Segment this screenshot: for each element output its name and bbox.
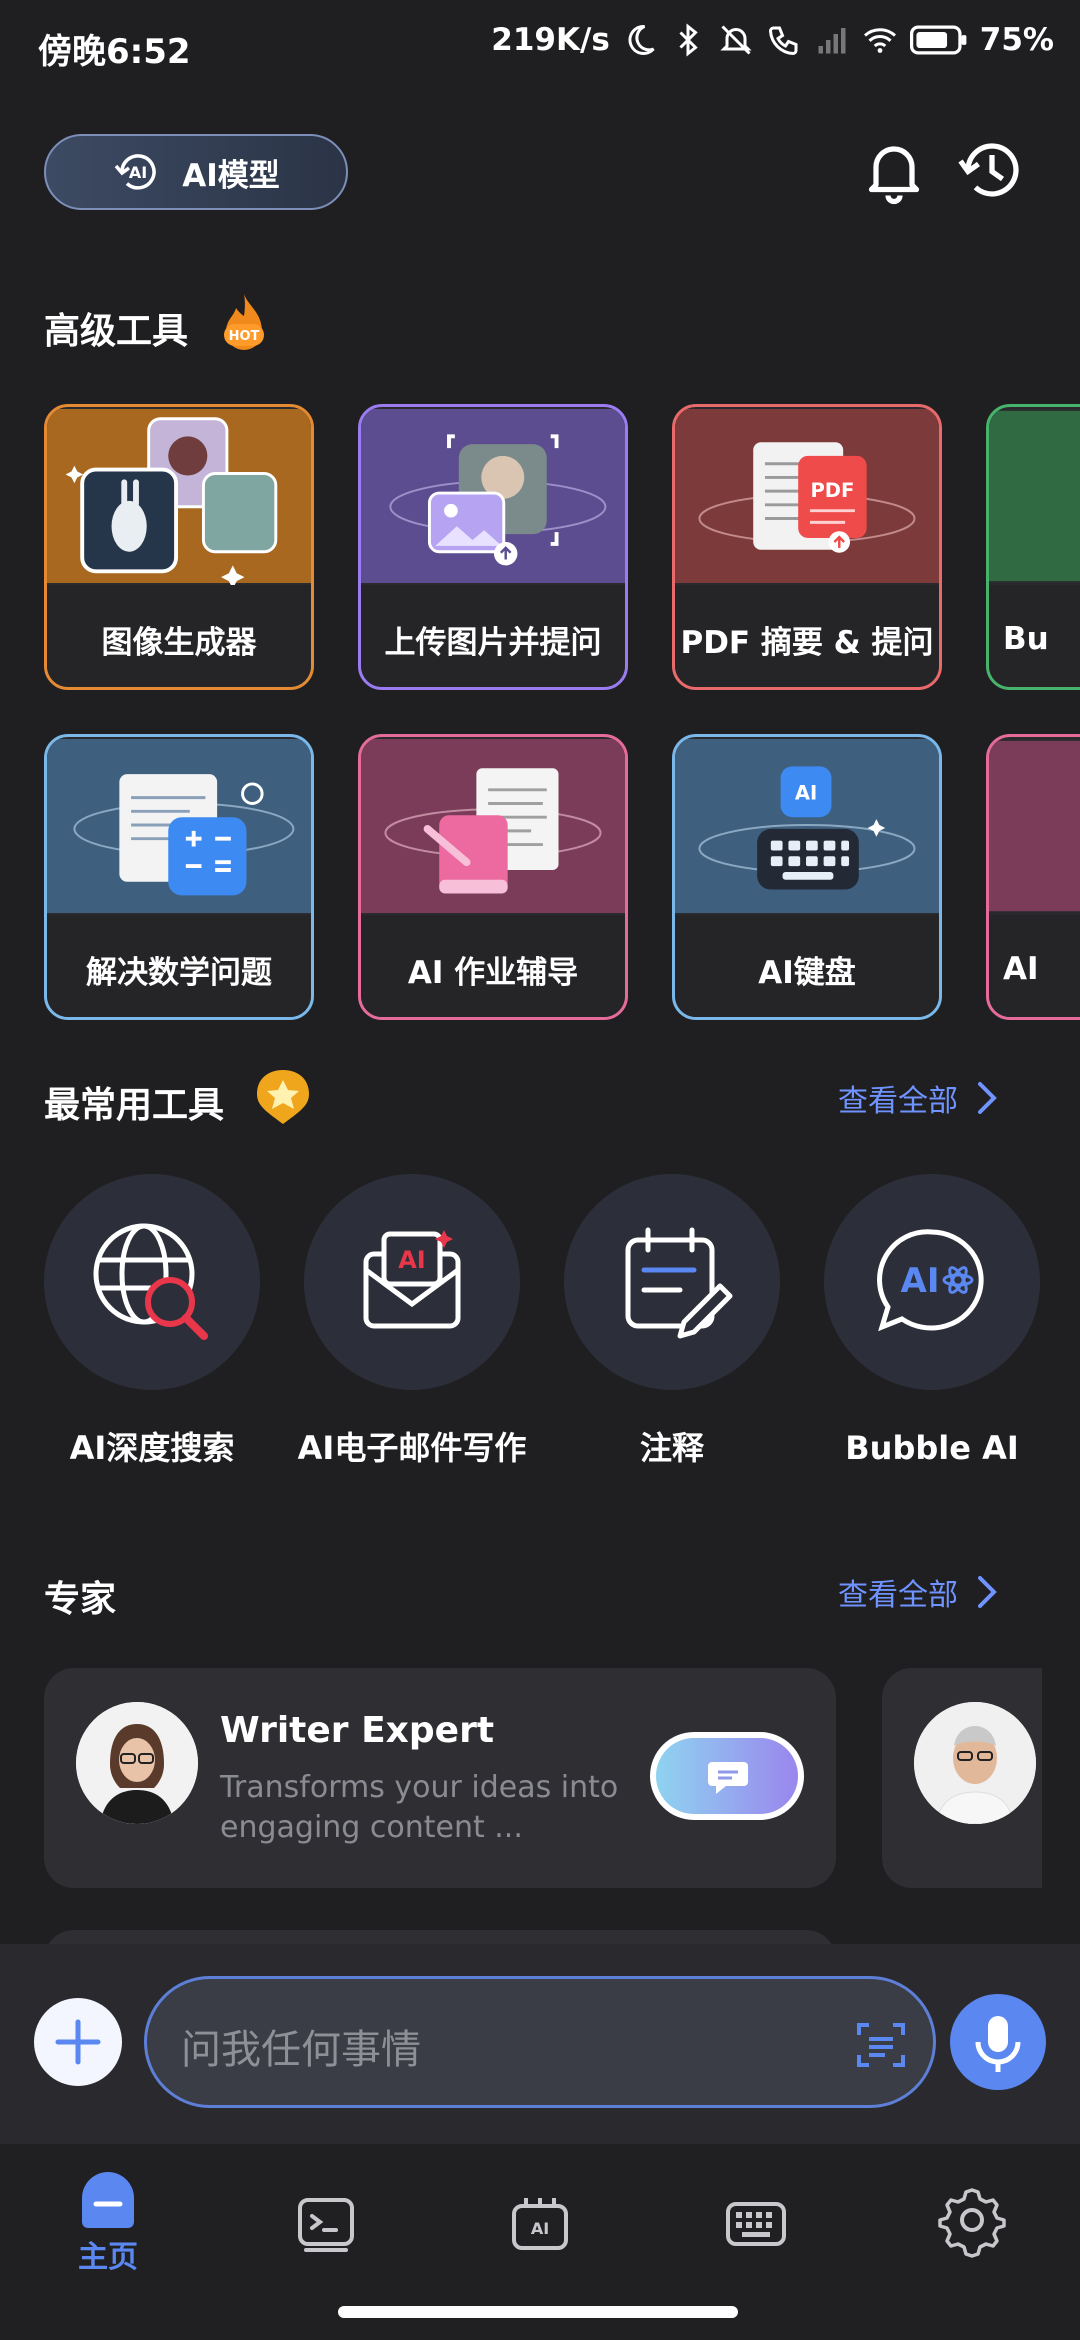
plus-icon <box>55 2019 101 2065</box>
chat-icon <box>708 1762 748 1794</box>
expert-avatar-image <box>914 1702 1036 1824</box>
notepad-pen-icon <box>625 1227 733 1339</box>
ai-model-label: AI模型 <box>182 157 280 194</box>
tool-card-homework-help[interactable]: AI 作业辅导 <box>358 734 628 1020</box>
partial-card-art <box>989 410 1080 582</box>
avatar <box>76 1702 198 1824</box>
svg-text:PDF: PDF <box>810 479 854 502</box>
svg-text:AI: AI <box>901 1261 940 1301</box>
tool-card-label: 解决数学问题 <box>47 915 311 1017</box>
bubble-ai-tool[interactable]: AI <box>824 1174 1040 1390</box>
system-home-indicator[interactable] <box>338 2306 738 2318</box>
terminal-icon[interactable] <box>286 2184 366 2264</box>
tool-card-partial-pink[interactable]: AI <box>986 734 1080 1020</box>
ai-chat-bubble-icon: AI <box>877 1229 984 1332</box>
nav-home-label[interactable]: 主页 <box>58 2232 158 2276</box>
scan-icon[interactable] <box>853 2017 909 2073</box>
tool-label: Bubble AI <box>845 1429 1019 1467</box>
mute-bell-icon <box>720 25 752 55</box>
deep-search-tool[interactable] <box>44 1174 260 1390</box>
add-attachment-button[interactable] <box>34 1998 122 2086</box>
ai-email-icon: AI <box>363 1230 461 1329</box>
tool-card-label: AI <box>989 915 1080 1017</box>
chevron-right-icon <box>978 1082 997 1114</box>
tool-card-partial-green[interactable]: Bu <box>986 404 1080 690</box>
moon-icon <box>628 24 655 55</box>
tool-card-label: Bu <box>989 585 1080 687</box>
ai-email-writing-tool[interactable]: AI <box>304 1174 520 1390</box>
tool-card-label: 图像生成器 <box>47 585 311 687</box>
ai-refresh-icon: AI <box>114 154 156 190</box>
tool-card-label: PDF 摘要 & 提问 <box>675 585 939 687</box>
frequent-see-all-link[interactable]: 查看全部 <box>838 1076 1002 1120</box>
homework-art <box>361 738 625 914</box>
experts-title: 专家 <box>44 1579 117 1620</box>
writer-avatar-image <box>76 1702 198 1824</box>
battery-percent: 75% <box>979 22 1054 58</box>
chevron-right-icon <box>978 1576 997 1608</box>
call-forward-icon <box>768 26 798 56</box>
network-speed: 219K/s <box>491 22 610 58</box>
svg-text:AI: AI <box>531 2219 549 2238</box>
svg-text:AI: AI <box>398 1246 426 1274</box>
ai-model-button[interactable]: AI AI模型 <box>44 134 348 210</box>
experts-see-all-link[interactable]: 查看全部 <box>838 1570 1002 1614</box>
tool-label: AI深度搜索 <box>69 1429 235 1467</box>
tool-card-label: 上传图片并提问 <box>361 585 625 687</box>
ai-keyboard-art: AI <box>675 738 939 914</box>
avatar <box>914 1702 1036 1824</box>
frequent-tools-title: 最常用工具 <box>44 1085 225 1126</box>
svg-text:AI: AI <box>129 163 147 182</box>
partial-card-art <box>989 740 1080 912</box>
settings-gear-icon[interactable] <box>932 2178 1012 2258</box>
tool-card-image-generator[interactable]: 图像生成器 <box>44 404 314 690</box>
star-badge-icon <box>257 1070 309 1124</box>
chat-button[interactable] <box>650 1732 804 1820</box>
ai-robot-icon[interactable]: AI <box>500 2184 580 2264</box>
battery-icon <box>909 25 967 55</box>
keyboard-icon[interactable] <box>716 2184 796 2264</box>
expert-description: Transforms your ideas into engaging cont… <box>220 1770 619 1845</box>
annotation-tool[interactable] <box>564 1174 780 1390</box>
see-all-label: 查看全部 <box>838 1578 958 1613</box>
wifi-icon <box>863 28 896 53</box>
bluetooth-icon <box>679 23 698 57</box>
expert-card-writer[interactable]: Writer Expert Transforms your ideas into… <box>44 1668 836 1888</box>
tool-card-pdf-summary[interactable]: PDF PDF 摘要 & 提问 <box>672 404 942 690</box>
upload-image-art <box>361 408 625 584</box>
pdf-summary-art: PDF <box>675 408 939 584</box>
tool-label: AI电子邮件写作 <box>297 1429 527 1467</box>
notification-bell-icon[interactable] <box>858 134 930 206</box>
tool-card-solve-math[interactable]: 解决数学问题 <box>44 734 314 1020</box>
home-icon[interactable] <box>68 2164 148 2234</box>
ask-input[interactable]: 问我任何事情 <box>144 1976 936 2108</box>
tool-card-ai-keyboard[interactable]: AI AI键盘 <box>672 734 942 1020</box>
see-all-label: 查看全部 <box>838 1084 958 1119</box>
svg-text:AI: AI <box>795 782 817 805</box>
signal-icon <box>818 28 846 54</box>
history-icon[interactable] <box>956 134 1028 206</box>
image-generator-art <box>47 408 311 585</box>
status-bar: 傍晚6:52 219K/s 75% <box>0 0 1080 92</box>
tool-card-label: AI 作业辅导 <box>361 915 625 1017</box>
microphone-icon <box>975 2016 1021 2072</box>
math-solver-art <box>47 738 311 914</box>
status-icons: 219K/s 75% <box>491 22 1054 58</box>
hot-flame-icon: HOT <box>224 294 264 350</box>
svg-text:HOT: HOT <box>229 329 260 344</box>
ask-placeholder: 问我任何事情 <box>181 2027 421 2073</box>
tool-label: 注释 <box>639 1429 704 1467</box>
tool-card-upload-image-ask[interactable]: 上传图片并提问 <box>358 404 628 690</box>
globe-search-icon <box>93 1223 208 1340</box>
tool-card-label: AI键盘 <box>675 915 939 1017</box>
voice-input-button[interactable] <box>950 1994 1046 2090</box>
expert-card-partial[interactable] <box>882 1668 1042 1888</box>
status-time: 傍晚6:52 <box>38 32 191 72</box>
advanced-tools-title: 高级工具 <box>44 311 189 352</box>
expert-name: Writer Expert <box>220 1710 495 1751</box>
